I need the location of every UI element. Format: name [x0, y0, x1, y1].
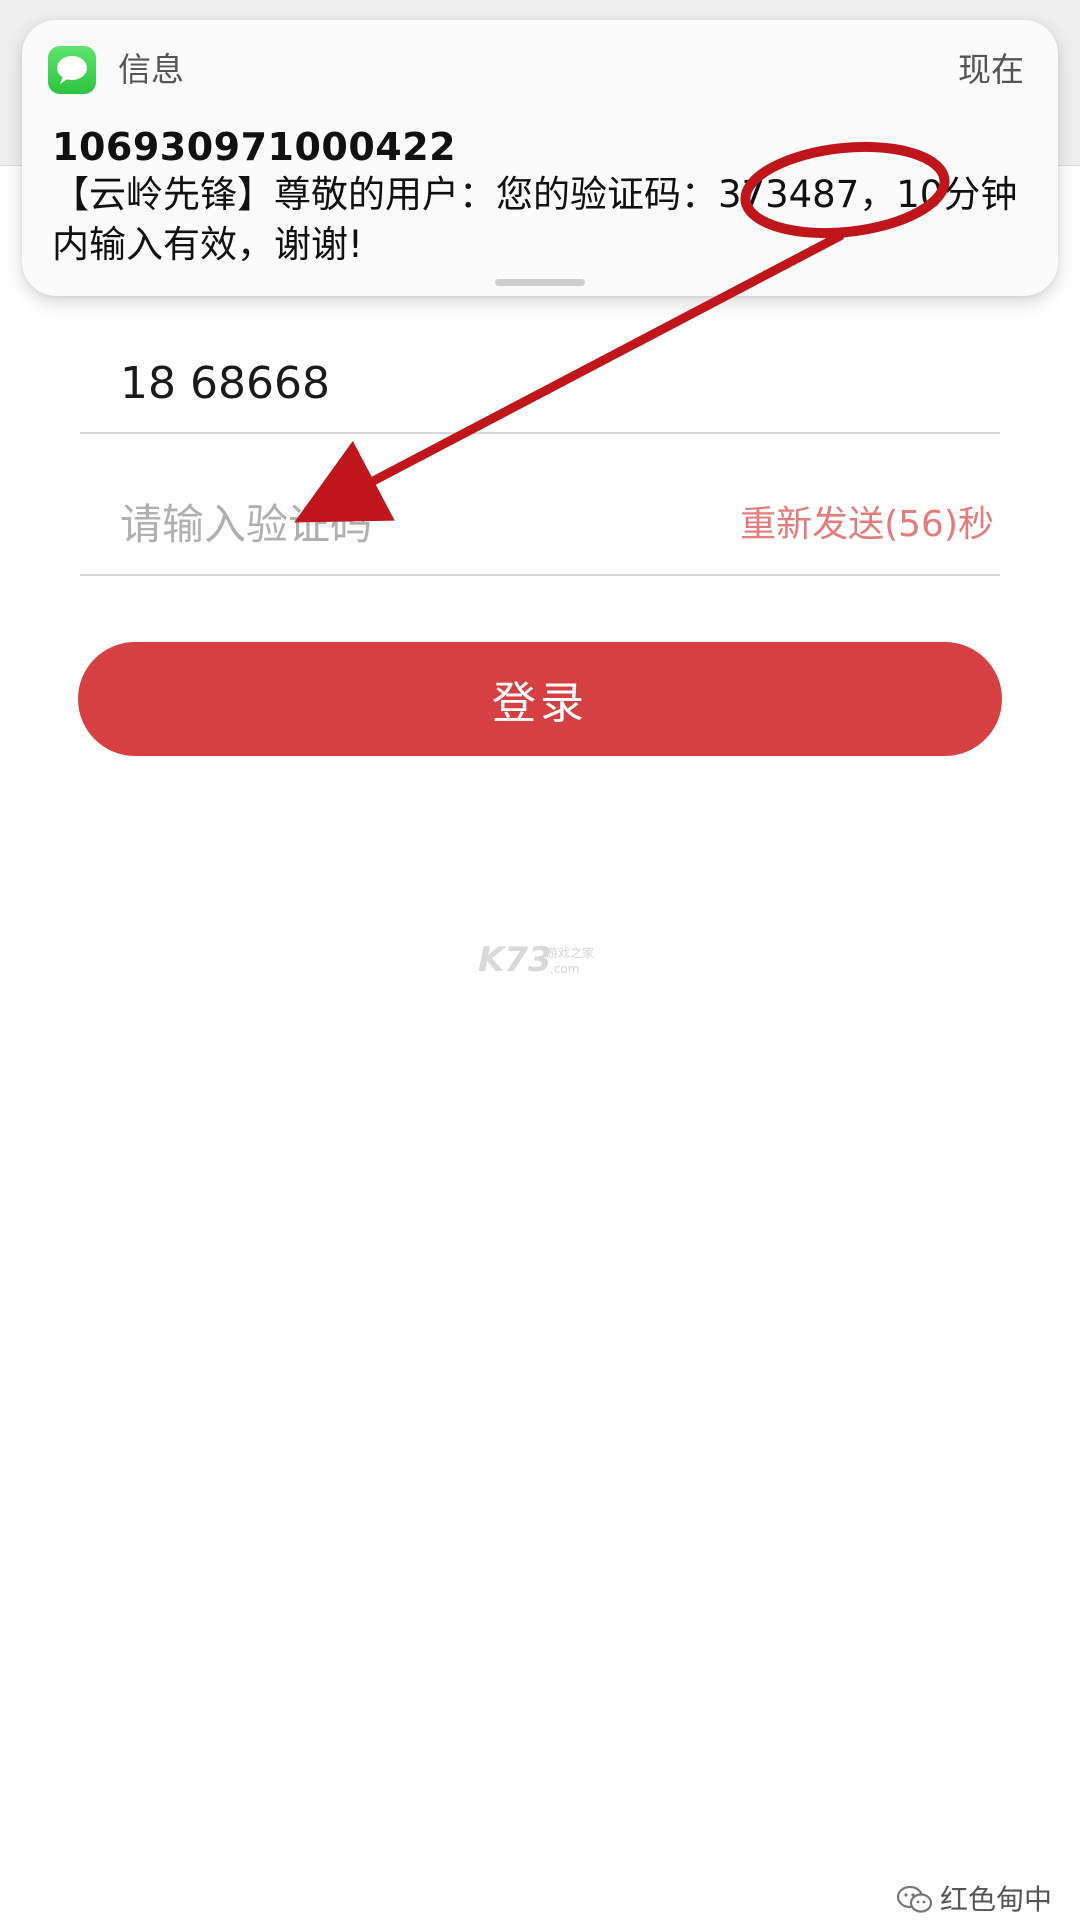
messages-icon — [48, 46, 96, 94]
notification-app-name: 信息 — [118, 50, 184, 89]
verification-code-field: 重新发送(56)秒 — [80, 480, 1000, 576]
notification-grabber[interactable] — [495, 279, 585, 286]
verification-code-input[interactable] — [120, 492, 640, 556]
notification-sender: 106930971000422 — [52, 125, 457, 169]
wechat-account-name: 红色甸中 — [940, 1883, 1053, 1916]
k73-logo-text: K73 — [478, 940, 552, 980]
resend-code-button[interactable]: 重新发送(56)秒 — [740, 500, 994, 550]
k73-logo-subtext: 游戏之家 — [546, 946, 595, 960]
sms-notification-banner[interactable]: 信息 现在 106930971000422 【云岭先锋】尊敬的用户：您的验证码：… — [22, 20, 1058, 296]
notification-message: 【云岭先锋】尊敬的用户：您的验证码：373487，10分钟内输入有效，谢谢! — [52, 173, 1018, 266]
login-button[interactable]: 登录 — [78, 642, 1002, 756]
notification-time: 现在 — [958, 50, 1024, 89]
phone-number-value: 18 68668 — [120, 358, 330, 409]
k73-logo-domain: .com — [550, 962, 580, 976]
wechat-icon — [896, 1884, 934, 1920]
wechat-watermark: 红色甸中 — [896, 1882, 1052, 1920]
k73-watermark: K73 游戏之家 .com — [470, 940, 620, 984]
login-screen: 信息 现在 106930971000422 【云岭先锋】尊敬的用户：您的验证码：… — [0, 0, 1080, 1920]
phone-number-field[interactable]: 18 68668 — [80, 340, 1000, 434]
